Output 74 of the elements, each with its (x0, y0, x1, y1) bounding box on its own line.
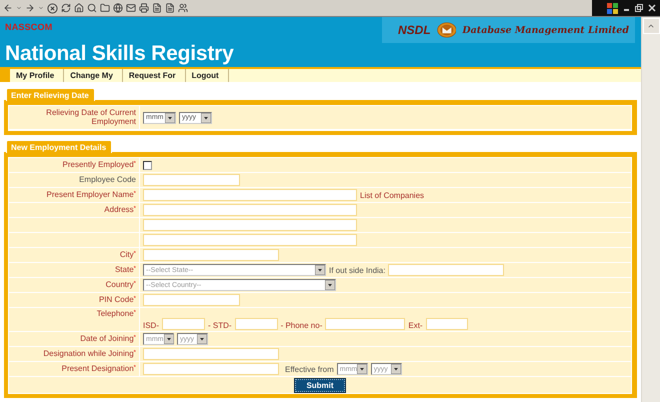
people-icon[interactable] (178, 3, 188, 13)
phone-part-label: ISD- (143, 321, 159, 330)
nav-tab[interactable]: Logout (186, 69, 229, 82)
partner-name: NSDL (398, 23, 431, 37)
phone-part-label: Ext- (408, 321, 423, 330)
document-icon[interactable] (152, 3, 162, 13)
field-label: State$^{*}$ (114, 266, 136, 274)
search-icon[interactable] (87, 3, 97, 13)
phone-part-label: - STD- (208, 321, 232, 330)
folder-icon[interactable] (100, 3, 110, 13)
text-field[interactable] (388, 264, 504, 276)
nav-tab[interactable]: Request For (122, 69, 186, 82)
field-label: Designation while Joining$^{*}$ (43, 350, 136, 358)
stop-icon[interactable] (47, 2, 58, 14)
dropdown-arrow-icon (357, 364, 368, 374)
section-title: New Employment Details (6, 140, 112, 153)
text-field[interactable] (143, 219, 357, 231)
dropdown-arrow-icon (390, 364, 401, 374)
site-title: National Skills Registry (5, 43, 234, 64)
text-field[interactable] (143, 234, 357, 246)
phone-field[interactable] (162, 318, 205, 330)
back-icon[interactable] (3, 3, 13, 13)
forward-icon[interactable] (25, 3, 35, 13)
caret-icon[interactable] (16, 5, 22, 11)
field-label: Presently Employed$^{*}$ (62, 160, 136, 170)
partner-tagline: Database Management Limited (462, 24, 629, 36)
field-label: Present Employer Name$^{*}$ (46, 190, 136, 200)
dropdown-arrow-icon (315, 265, 325, 275)
field-label: Employee Code (79, 176, 136, 184)
field-label: Present Designation$^{*}$ (62, 364, 136, 374)
text-field[interactable] (143, 249, 279, 261)
home-icon[interactable] (74, 3, 84, 13)
field-label: City$^{*}$ (120, 250, 136, 260)
refresh-icon[interactable] (61, 3, 71, 13)
mail-icon[interactable] (126, 3, 136, 13)
field-label: Telephone$^{*}$ (96, 310, 136, 319)
text-field[interactable] (143, 363, 279, 375)
field-label: Date of Joining$^{*}$ (80, 334, 136, 344)
text-field[interactable] (143, 189, 357, 201)
section-title: Enter Relieving Date (6, 88, 95, 101)
nav-tab[interactable]: My Profile (10, 69, 64, 82)
scroll-up-icon (647, 22, 655, 30)
printer-icon[interactable] (139, 3, 149, 13)
text-field[interactable] (143, 204, 357, 216)
caret-icon[interactable] (38, 5, 44, 11)
companies-link[interactable]: List of Companies (360, 190, 424, 200)
submit-button[interactable]: Submit (295, 379, 345, 392)
field-label: Effective from (285, 364, 334, 374)
field-label: If out side India: (329, 266, 386, 274)
phone-part-label: - Phone no- (280, 321, 322, 330)
phone-field[interactable] (234, 318, 278, 330)
close-icon[interactable] (648, 4, 656, 12)
checkbox[interactable] (143, 160, 152, 170)
windows-flag-icon (607, 2, 619, 14)
document-icon[interactable] (165, 3, 175, 13)
text-field[interactable] (143, 174, 240, 186)
dropdown-arrow-icon (197, 334, 207, 344)
org-logo-text: NASSCOM (5, 22, 54, 32)
nav-tab[interactable]: Change My (64, 69, 123, 82)
dropdown-arrow-icon (164, 334, 174, 344)
field-label: PIN Code$^{*}$ (98, 296, 136, 304)
restore-icon[interactable] (635, 4, 643, 12)
dropdown-arrow-icon (201, 112, 211, 122)
phone-field[interactable] (325, 318, 406, 330)
scroll-up-button[interactable] (642, 18, 660, 34)
field-label: Relieving Date of Current Employment (45, 108, 136, 126)
globe-icon[interactable] (113, 3, 123, 13)
dropdown-arrow-icon (325, 280, 335, 290)
dropdown-arrow-icon (165, 112, 175, 122)
phone-field[interactable] (426, 318, 468, 330)
text-field[interactable] (143, 294, 240, 306)
text-field[interactable] (143, 348, 279, 360)
field-label: Address$^{*}$ (104, 206, 136, 214)
field-label: Country$^{*}$ (106, 280, 136, 290)
